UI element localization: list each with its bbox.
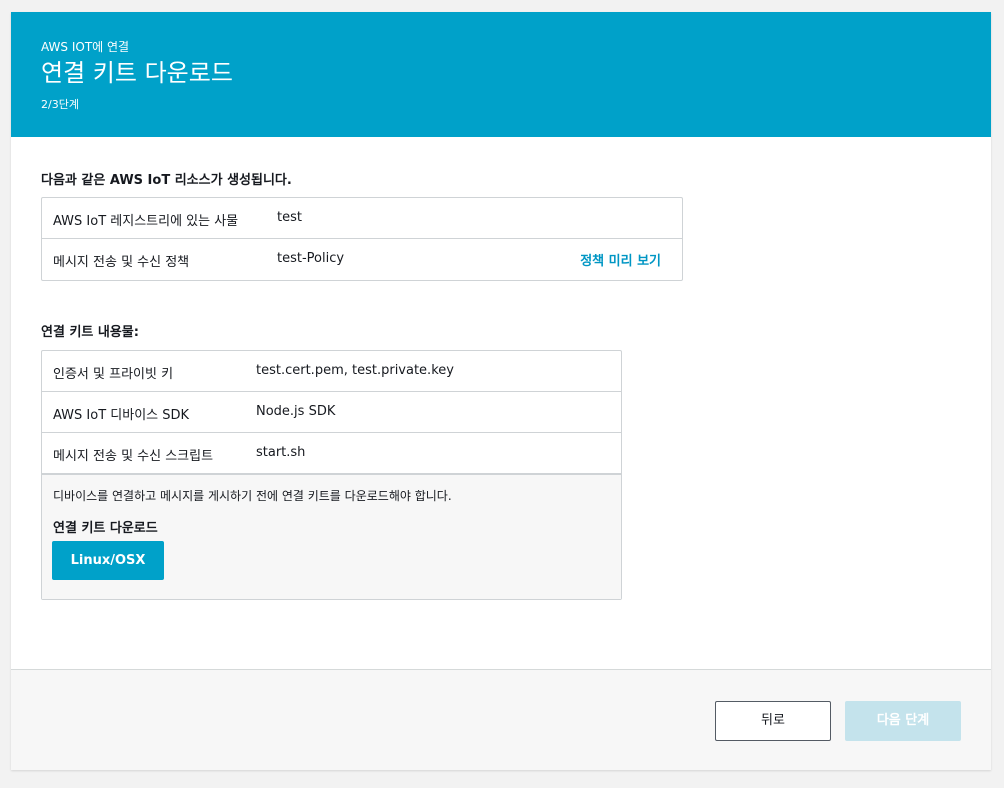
row-label: 메시지 전송 및 수신 정책 [53, 255, 190, 270]
table-row: AWS IoT 레지스트리에 있는 사물 test [42, 198, 682, 239]
resources-table: AWS IoT 레지스트리에 있는 사물 test 메시지 전송 및 수신 정책… [41, 197, 683, 281]
row-label: AWS IoT 레지스트리에 있는 사물 [53, 214, 239, 229]
page-title: 연결 키트 다운로드 [41, 59, 233, 87]
download-note: 디바이스를 연결하고 메시지를 게시하기 전에 연결 키트를 다운로드해야 합니… [53, 489, 452, 503]
back-button[interactable]: 뒤로 [715, 701, 831, 741]
kit-contents-table: 인증서 및 프라이빗 키 test.cert.pem, test.private… [41, 350, 622, 600]
wizard-footer: 뒤로 다음 단계 [11, 669, 991, 770]
download-label: 연결 키트 다운로드 [53, 521, 158, 536]
step-indicator: 2/3단계 [41, 98, 79, 111]
resources-section-title: 다음과 같은 AWS IoT 리소스가 생성됩니다. [41, 173, 292, 188]
next-step-button[interactable]: 다음 단계 [845, 701, 961, 741]
row-value: test.cert.pem, test.private.key [256, 363, 454, 378]
table-row: 인증서 및 프라이빗 키 test.cert.pem, test.private… [42, 351, 621, 392]
row-label: AWS IoT 디바이스 SDK [53, 408, 190, 423]
table-row: AWS IoT 디바이스 SDK Node.js SDK [42, 392, 621, 433]
preview-policy-link[interactable]: 정책 미리 보기 [580, 250, 661, 269]
row-value: Node.js SDK [256, 404, 336, 419]
row-value: test [277, 210, 302, 225]
row-value: start.sh [256, 445, 306, 460]
table-row: 메시지 전송 및 수신 스크립트 start.sh [42, 433, 621, 474]
row-label: 인증서 및 프라이빗 키 [53, 367, 174, 382]
row-value: test-Policy [277, 251, 345, 266]
row-label: 메시지 전송 및 수신 스크립트 [53, 449, 214, 464]
linux-osx-download-button[interactable]: Linux/OSX [52, 541, 164, 580]
wizard-header: AWS IOT에 연결 연결 키트 다운로드 2/3단계 [11, 12, 991, 137]
download-panel: 디바이스를 연결하고 메시지를 게시하기 전에 연결 키트를 다운로드해야 합니… [42, 474, 621, 599]
wizard-card: AWS IOT에 연결 연결 키트 다운로드 2/3단계 다음과 같은 AWS … [11, 12, 991, 770]
table-row: 메시지 전송 및 수신 정책 test-Policy 정책 미리 보기 [42, 239, 682, 280]
kit-section-title: 연결 키트 내용물: [41, 325, 139, 340]
breadcrumb: AWS IOT에 연결 [41, 40, 130, 54]
